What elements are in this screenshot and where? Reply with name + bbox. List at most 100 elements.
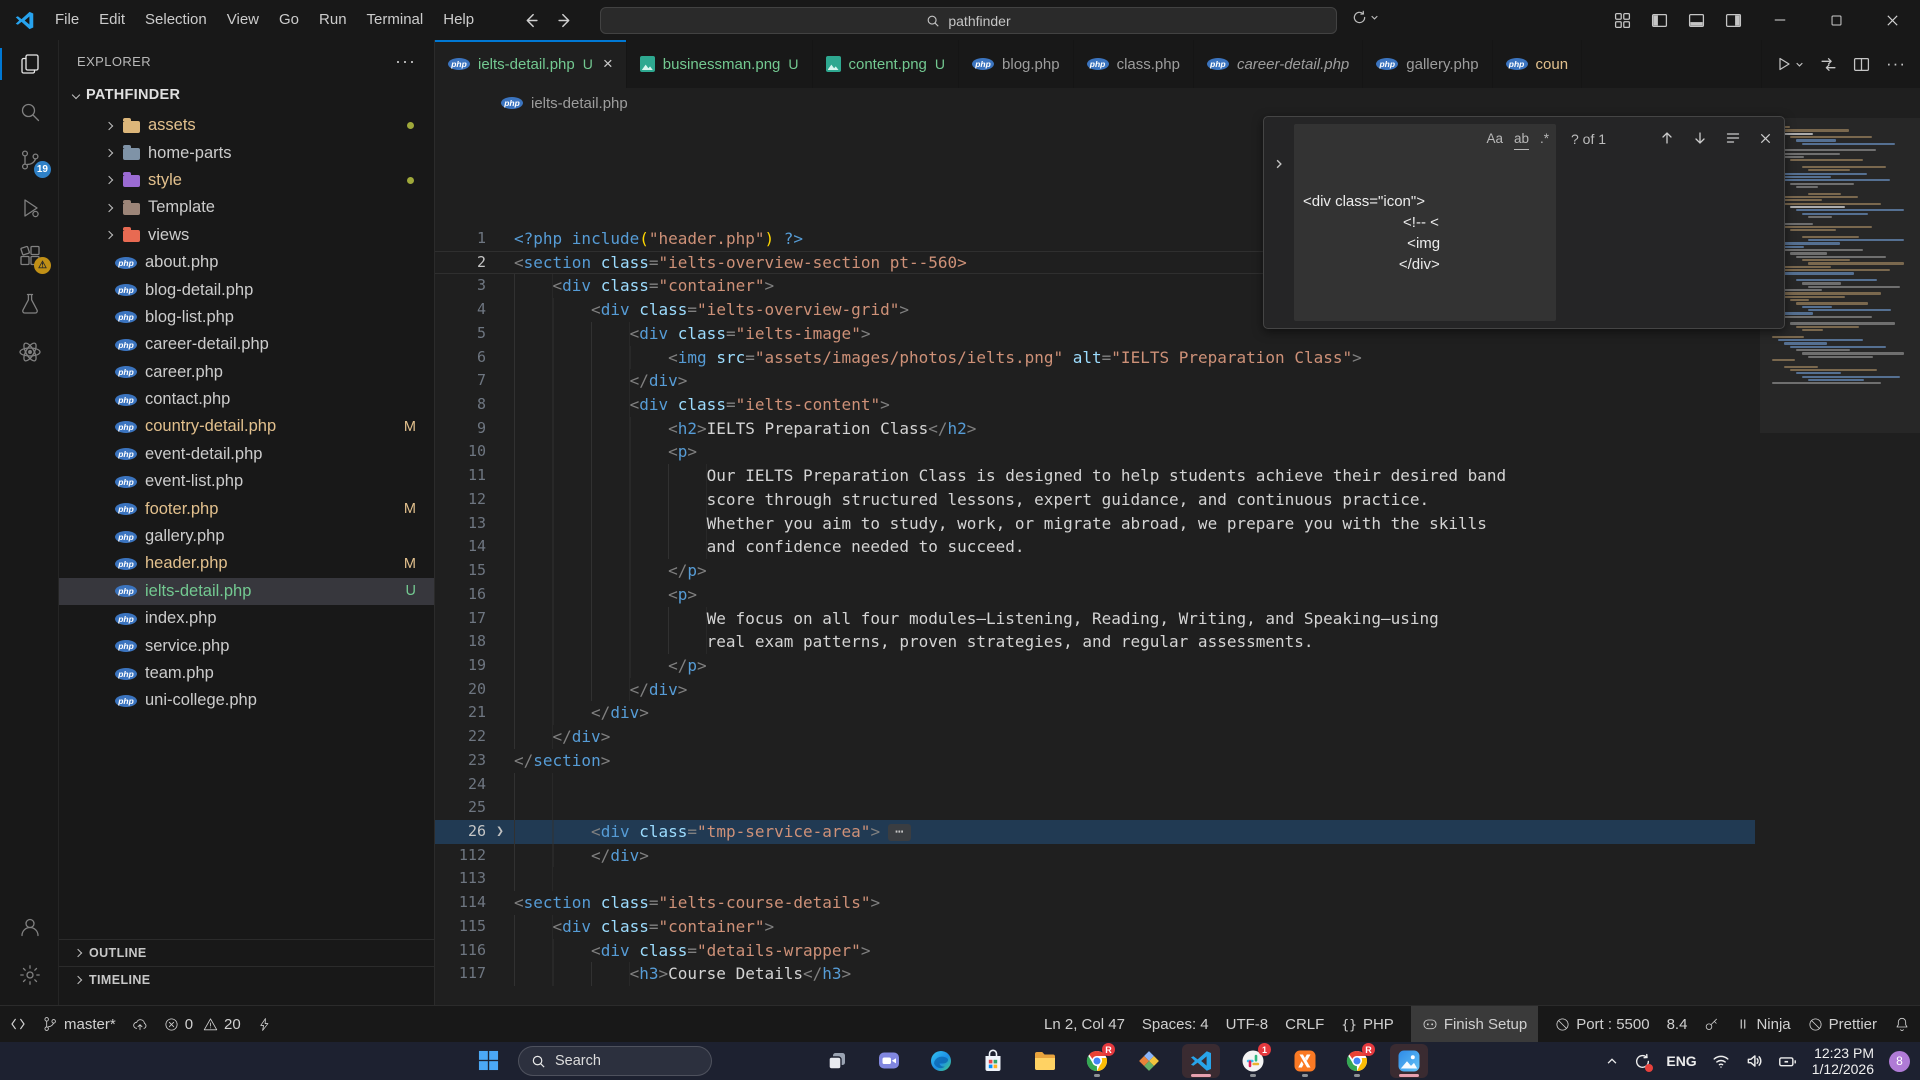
maximize-button[interactable] [1808, 0, 1864, 40]
status-copilot-setup[interactable]: Finish Setup [1411, 1006, 1538, 1042]
gutter[interactable]: 14 [435, 535, 514, 559]
notification-badge[interactable]: 8 [1889, 1051, 1910, 1072]
gutter[interactable]: 116 [435, 939, 514, 963]
tab-content.png[interactable]: content.pngU [813, 40, 960, 88]
battery-icon[interactable] [1778, 1052, 1797, 1071]
more-actions-icon[interactable]: ··· [1886, 54, 1906, 74]
gutter[interactable]: 114 [435, 891, 514, 915]
close-tab-icon[interactable]: × [603, 54, 613, 74]
gutter[interactable]: 22 [435, 725, 514, 749]
gutter[interactable]: 7 [435, 369, 514, 393]
activity-testing-icon[interactable] [0, 280, 59, 328]
file-item-uni-college.php[interactable]: phpuni-college.php [59, 687, 434, 714]
taskbar-app-xampp[interactable] [1286, 1044, 1324, 1078]
tab-career-detail.php[interactable]: phpcareer-detail.php [1194, 40, 1363, 88]
file-item-career.php[interactable]: phpcareer.php [59, 359, 434, 386]
sync-dropdown-button[interactable] [1352, 10, 1379, 25]
gutter[interactable]: 115 [435, 915, 514, 939]
folder-item-Template[interactable]: Template [59, 194, 434, 221]
gutter[interactable]: 17 [435, 607, 514, 631]
find-in-selection-icon[interactable] [1725, 130, 1741, 146]
activity-explorer-icon[interactable] [0, 40, 59, 88]
taskbar-app-store[interactable] [974, 1044, 1012, 1078]
breadcrumb[interactable]: php ielts-detail.php [435, 88, 1920, 118]
project-root[interactable]: PATHFINDER [59, 82, 434, 108]
menu-run[interactable]: Run [309, 0, 357, 40]
run-button[interactable] [1776, 56, 1804, 72]
status-intelephense-key[interactable] [1704, 1006, 1719, 1042]
find-input[interactable]: Aaab.* <div class="icon"> <!-- < <img </… [1294, 124, 1556, 321]
gutter[interactable]: 6 [435, 346, 514, 370]
wifi-icon[interactable] [1712, 1052, 1730, 1070]
activity-search-icon[interactable] [0, 88, 59, 136]
taskbar-app-chat[interactable] [870, 1044, 908, 1078]
status-eol[interactable]: CRLF [1285, 1006, 1324, 1042]
folded-code-ellipsis[interactable]: ⋯ [888, 824, 910, 841]
menu-terminal[interactable]: Terminal [357, 0, 434, 40]
taskbar-search[interactable]: Search [518, 1046, 712, 1076]
volume-icon[interactable] [1745, 1052, 1763, 1070]
folder-item-views[interactable]: views [59, 222, 434, 249]
file-item-blog-detail.php[interactable]: phpblog-detail.php [59, 276, 434, 303]
gutter[interactable]: 21 [435, 701, 514, 725]
explorer-more-actions[interactable]: ··· [395, 51, 416, 72]
file-item-country-detail.php[interactable]: phpcountry-detail.phpM [59, 413, 434, 440]
file-item-event-list.php[interactable]: phpevent-list.php [59, 468, 434, 495]
gutter[interactable]: 117 [435, 962, 514, 986]
file-item-about.php[interactable]: phpabout.php [59, 249, 434, 276]
folder-item-style[interactable]: style [59, 167, 434, 194]
taskbar-app-photos[interactable] [1390, 1044, 1428, 1078]
status-problems[interactable]: 020 [164, 1006, 241, 1042]
toggle-replace-icon[interactable] [1273, 158, 1285, 170]
taskbar-app-edge[interactable] [922, 1044, 960, 1078]
forward-button[interactable] [557, 12, 574, 29]
gutter[interactable]: 20 [435, 678, 514, 702]
file-item-gallery.php[interactable]: phpgallery.php [59, 523, 434, 550]
activity-run-debug-icon[interactable] [0, 184, 59, 232]
gutter[interactable]: 24 [435, 773, 514, 797]
folder-item-assets[interactable]: assets [59, 112, 434, 139]
gutter[interactable]: 12 [435, 488, 514, 512]
activity-extensions-icon[interactable]: ⚠ [0, 232, 59, 280]
menu-go[interactable]: Go [269, 0, 309, 40]
taskbar-app-task-view[interactable] [818, 1044, 856, 1078]
taskbar-app-file-explorer[interactable] [1026, 1044, 1064, 1078]
tab-businessman.png[interactable]: businessman.pngU [627, 40, 813, 88]
close-button[interactable] [1864, 0, 1920, 40]
file-item-footer.php[interactable]: phpfooter.phpM [59, 495, 434, 522]
split-editor-icon[interactable] [1853, 56, 1870, 73]
gutter[interactable]: 113 [435, 867, 514, 891]
status-remote-indicator[interactable] [10, 1006, 26, 1042]
gutter[interactable]: 11 [435, 464, 514, 488]
timeline-section[interactable]: TIMELINE [59, 966, 434, 993]
gutter[interactable]: 13 [435, 512, 514, 536]
taskbar-app-vscode[interactable] [1182, 1044, 1220, 1078]
find-flag-.*[interactable]: .* [1540, 128, 1549, 150]
menu-edit[interactable]: Edit [89, 0, 135, 40]
activity-atom-icon[interactable] [0, 328, 59, 376]
status-live-server-port[interactable]: Port : 5500 [1555, 1006, 1649, 1042]
status-encoding[interactable]: UTF-8 [1226, 1006, 1269, 1042]
status-php-version[interactable]: 8.4 [1667, 1006, 1688, 1042]
taskbar-app-drawio[interactable] [1130, 1044, 1168, 1078]
file-item-event-detail.php[interactable]: phpevent-detail.php [59, 441, 434, 468]
gutter[interactable]: 26❯ [435, 820, 514, 844]
file-item-header.php[interactable]: phpheader.phpM [59, 550, 434, 577]
status-publish-changes[interactable] [132, 1006, 148, 1042]
status-cursor-position[interactable]: Ln 2, Col 47 [1044, 1006, 1125, 1042]
back-button[interactable] [522, 12, 539, 29]
previous-match-icon[interactable] [1659, 130, 1675, 146]
gutter[interactable]: 112 [435, 844, 514, 868]
toggle-sidebar-icon[interactable] [1651, 12, 1668, 29]
tab-blog.php[interactable]: phpblog.php [959, 40, 1074, 88]
taskbar-app-chrome[interactable]: R [1338, 1044, 1376, 1078]
command-center-search[interactable]: pathfinder [600, 7, 1337, 34]
tab-coun[interactable]: phpcoun [1493, 40, 1583, 88]
status-indentation[interactable]: Spaces: 4 [1142, 1006, 1209, 1042]
menu-view[interactable]: View [217, 0, 269, 40]
taskbar-clock[interactable]: 12:23 PM 1/12/2026 [1812, 1045, 1874, 1077]
gutter[interactable]: 2 [435, 251, 514, 275]
hidden-icons-chevron[interactable] [1605, 1054, 1619, 1068]
gutter[interactable]: 18 [435, 630, 514, 654]
status-thunder-client[interactable] [257, 1006, 272, 1042]
